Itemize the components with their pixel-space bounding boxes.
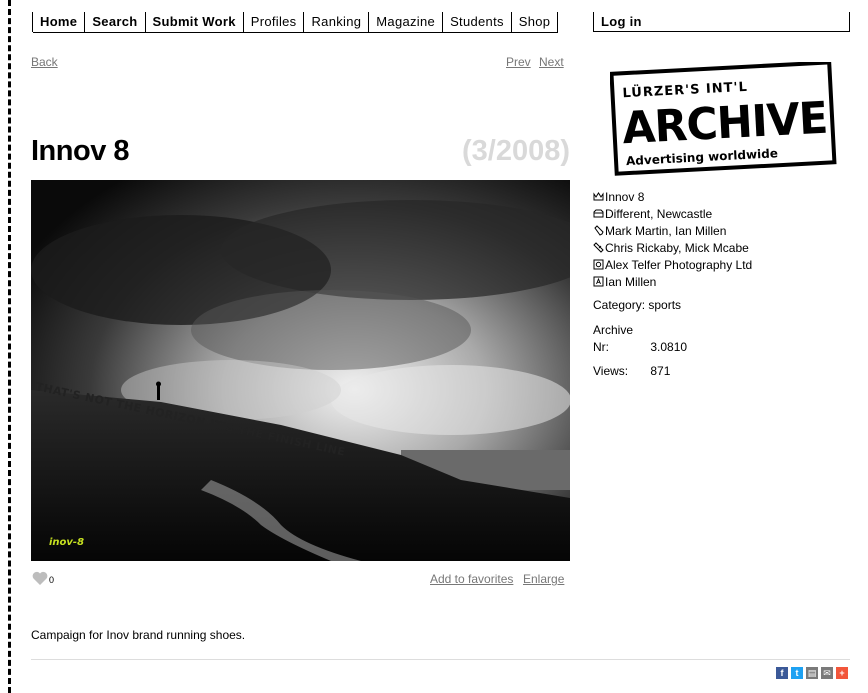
credit-text: Different, Newcastle bbox=[605, 206, 713, 221]
archive-logo[interactable]: LÜRZER'S INT'L ARCHIVE Advertising world… bbox=[610, 62, 838, 177]
credit-client: Innov 8 bbox=[593, 188, 752, 205]
nr-value: 3.0810 bbox=[650, 340, 688, 354]
crown-icon bbox=[593, 192, 604, 201]
credit-text: Alex Telfer Photography Ltd bbox=[605, 257, 753, 272]
pen-icon bbox=[594, 225, 604, 236]
nr-row: Nr: 3.0810 bbox=[593, 340, 687, 354]
add-to-favorites-link[interactable]: Add to favorites bbox=[430, 572, 513, 586]
enlarge-link[interactable]: Enlarge bbox=[523, 572, 564, 586]
email-icon[interactable]: ✉ bbox=[821, 667, 833, 679]
views-value: 871 bbox=[650, 364, 671, 378]
credits-list: Innov 8 Different, Newcastle Mark Martin… bbox=[593, 188, 752, 290]
share-bar: f t ▤ ✉ + bbox=[776, 667, 848, 679]
heart-icon[interactable] bbox=[32, 571, 48, 585]
category-value[interactable]: sports bbox=[648, 298, 681, 312]
divider bbox=[31, 659, 850, 660]
nav-profiles[interactable]: Profiles bbox=[243, 12, 305, 33]
credit-agency: Different, Newcastle bbox=[593, 205, 752, 222]
credit-text: Ian Millen bbox=[605, 274, 657, 289]
agency-icon bbox=[593, 209, 604, 218]
facebook-icon[interactable]: f bbox=[776, 667, 788, 679]
brush-icon bbox=[593, 242, 604, 253]
archive-label: Archive bbox=[593, 323, 634, 337]
credit-text: Chris Rickaby, Mick Mcabe bbox=[605, 240, 749, 255]
nav-students[interactable]: Students bbox=[443, 12, 512, 33]
ad-image[interactable]: THAT'S NOT THE HORIZON IT'S THE FINISH L… bbox=[31, 180, 570, 561]
nr-label: Nr: bbox=[593, 340, 609, 354]
camera-icon bbox=[593, 259, 604, 270]
ad-brand-logo: inov-8 bbox=[49, 537, 84, 548]
left-dashed-border bbox=[8, 0, 11, 693]
plus-icon[interactable]: + bbox=[836, 667, 848, 679]
logo-line2: ARCHIVE bbox=[621, 93, 828, 155]
back-link[interactable]: Back bbox=[31, 55, 58, 69]
issue-number: (3/2008) bbox=[461, 135, 570, 167]
like-count: 0 bbox=[49, 575, 55, 585]
prev-link[interactable]: Prev bbox=[506, 55, 531, 69]
nav-home[interactable]: Home bbox=[33, 12, 86, 33]
credit-copywriter: Mark Martin, Ian Millen bbox=[593, 222, 752, 239]
category-label: Category: bbox=[593, 298, 646, 312]
credit-art-director: Chris Rickaby, Mick Mcabe bbox=[593, 239, 752, 256]
nav-ranking[interactable]: Ranking bbox=[304, 12, 370, 33]
views-row: Views: 871 bbox=[593, 364, 670, 378]
category-row: Category: sports bbox=[593, 298, 681, 312]
ad-image-artwork: THAT'S NOT THE HORIZON IT'S THE FINISH L… bbox=[31, 180, 570, 561]
twitter-icon[interactable]: t bbox=[791, 667, 803, 679]
nav-magazine[interactable]: Magazine bbox=[369, 12, 444, 33]
work-description: Campaign for Inov brand running shoes. bbox=[31, 628, 246, 642]
nav-search[interactable]: Search bbox=[85, 12, 146, 33]
nav-shop[interactable]: Shop bbox=[511, 12, 559, 33]
main-nav: Home Search Submit Work Profiles Ranking… bbox=[32, 12, 559, 33]
credit-text: Innov 8 bbox=[605, 189, 645, 204]
print-icon[interactable]: ▤ bbox=[806, 667, 818, 679]
credit-text: Mark Martin, Ian Millen bbox=[605, 223, 727, 238]
nav-submit-work[interactable]: Submit Work bbox=[145, 12, 244, 33]
views-label: Views: bbox=[593, 364, 629, 378]
credit-typographer: Ian Millen bbox=[593, 273, 752, 290]
text-icon bbox=[593, 276, 604, 287]
work-title: Innov 8 bbox=[31, 135, 130, 167]
credit-photographer: Alex Telfer Photography Ltd bbox=[593, 256, 752, 273]
login-link[interactable]: Log in bbox=[593, 12, 850, 32]
next-link[interactable]: Next bbox=[539, 55, 564, 69]
